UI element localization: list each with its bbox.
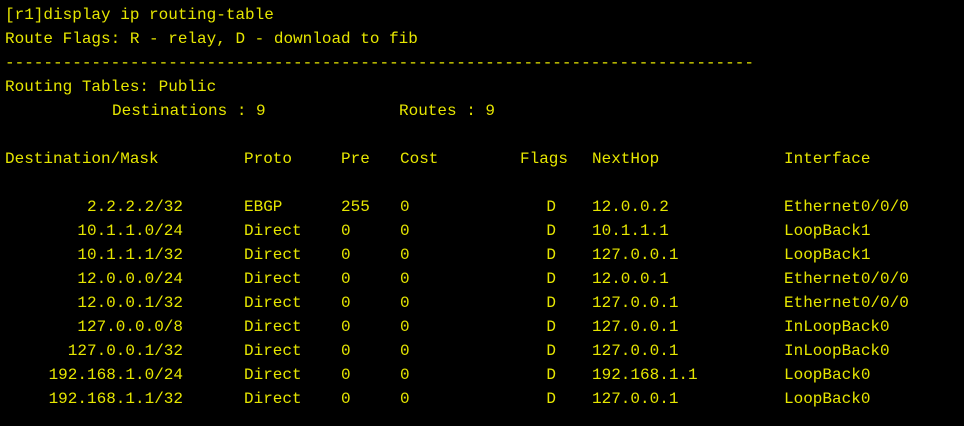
route-interface: Ethernet0/0/0 — [784, 294, 909, 312]
route-cost: 0 — [400, 294, 410, 312]
route-interface: LoopBack1 — [784, 222, 871, 240]
route-preference: 0 — [341, 246, 351, 264]
column-header-destination: Destination/Mask — [5, 150, 159, 168]
route-preference: 255 — [341, 198, 370, 216]
route-nexthop: 12.0.0.1 — [592, 270, 669, 288]
route-preference: 0 — [341, 342, 351, 360]
route-nexthop: 127.0.0.1 — [592, 342, 679, 360]
route-destination: 192.168.1.1/32 — [48, 390, 183, 408]
column-header-interface: Interface — [784, 150, 871, 168]
route-proto: Direct — [244, 390, 302, 408]
table-row: 12.0.0.0/24 Direct 0 0 D 12.0.0.1 Ethern… — [0, 267, 964, 291]
column-header-nexthop: NextHop — [592, 150, 660, 168]
route-preference: 0 — [341, 318, 351, 336]
route-preference: 0 — [341, 294, 351, 312]
column-header-proto: Proto — [244, 150, 293, 168]
route-interface: Ethernet0/0/0 — [784, 198, 909, 216]
command-line: [r1]display ip routing-table — [5, 6, 274, 24]
route-interface: LoopBack1 — [784, 246, 871, 264]
route-destination: 12.0.0.0/24 — [77, 270, 183, 288]
route-preference: 0 — [341, 270, 351, 288]
table-row: 2.2.2.2/32 EBGP 255 0 D 12.0.0.2 Etherne… — [0, 195, 964, 219]
column-header-pre: Pre — [341, 150, 370, 168]
routes-count: Routes : 9 — [399, 102, 496, 120]
destinations-count: Destinations : 9 — [112, 102, 266, 120]
routing-table-header: Destination/Mask Proto Pre Cost Flags Ne… — [0, 147, 964, 171]
route-nexthop: 127.0.0.1 — [592, 318, 679, 336]
route-preference: 0 — [341, 390, 351, 408]
route-cost: 0 — [400, 390, 410, 408]
route-proto: Direct — [244, 222, 302, 240]
separator-line: ----------------------------------------… — [5, 54, 754, 72]
column-header-cost: Cost — [400, 150, 439, 168]
route-flags: D — [546, 270, 556, 288]
route-cost: 0 — [400, 366, 410, 384]
route-flags: D — [546, 222, 556, 240]
route-interface: LoopBack0 — [784, 390, 871, 408]
route-cost: 0 — [400, 318, 410, 336]
table-row: 192.168.1.0/24 Direct 0 0 D 192.168.1.1 … — [0, 363, 964, 387]
route-proto: Direct — [244, 366, 302, 384]
route-interface: Ethernet0/0/0 — [784, 270, 909, 288]
route-destination: 127.0.0.1/32 — [67, 342, 183, 360]
route-nexthop: 10.1.1.1 — [592, 222, 669, 240]
route-preference: 0 — [341, 222, 351, 240]
route-cost: 0 — [400, 198, 410, 216]
route-flags-legend: Route Flags: R - relay, D - download to … — [5, 30, 418, 48]
route-flags: D — [546, 318, 556, 336]
table-row: 10.1.1.1/32 Direct 0 0 D 127.0.0.1 LoopB… — [0, 243, 964, 267]
route-nexthop: 127.0.0.1 — [592, 246, 679, 264]
route-flags: D — [546, 246, 556, 264]
routing-table-name: Routing Tables: Public — [5, 78, 217, 96]
route-destination: 10.1.1.1/32 — [77, 246, 183, 264]
route-proto: Direct — [244, 294, 302, 312]
route-nexthop: 127.0.0.1 — [592, 294, 679, 312]
column-header-flags: Flags — [520, 150, 569, 168]
table-row: 127.0.0.0/8 Direct 0 0 D 127.0.0.1 InLoo… — [0, 315, 964, 339]
route-nexthop: 12.0.0.2 — [592, 198, 669, 216]
route-destination: 12.0.0.1/32 — [77, 294, 183, 312]
route-cost: 0 — [400, 222, 410, 240]
route-proto: Direct — [244, 342, 302, 360]
route-preference: 0 — [341, 366, 351, 384]
route-interface: LoopBack0 — [784, 366, 871, 384]
route-interface: InLoopBack0 — [784, 342, 890, 360]
terminal-window[interactable]: [r1]display ip routing-table Route Flags… — [0, 0, 964, 426]
route-destination: 10.1.1.0/24 — [77, 222, 183, 240]
route-destination: 2.2.2.2/32 — [86, 198, 183, 216]
route-cost: 0 — [400, 270, 410, 288]
route-cost: 0 — [400, 246, 410, 264]
route-nexthop: 192.168.1.1 — [592, 366, 698, 384]
route-cost: 0 — [400, 342, 410, 360]
route-flags: D — [546, 198, 556, 216]
route-interface: InLoopBack0 — [784, 318, 890, 336]
table-row: 12.0.0.1/32 Direct 0 0 D 127.0.0.1 Ether… — [0, 291, 964, 315]
route-destination: 192.168.1.0/24 — [48, 366, 183, 384]
route-proto: Direct — [244, 318, 302, 336]
route-proto: Direct — [244, 246, 302, 264]
route-flags: D — [546, 294, 556, 312]
table-row: 127.0.0.1/32 Direct 0 0 D 127.0.0.1 InLo… — [0, 339, 964, 363]
table-row: 192.168.1.1/32 Direct 0 0 D 127.0.0.1 Lo… — [0, 387, 964, 411]
route-nexthop: 127.0.0.1 — [592, 390, 679, 408]
route-flags: D — [546, 366, 556, 384]
route-proto: EBGP — [244, 198, 283, 216]
route-destination: 127.0.0.0/8 — [77, 318, 183, 336]
table-row: 10.1.1.0/24 Direct 0 0 D 10.1.1.1 LoopBa… — [0, 219, 964, 243]
route-flags: D — [546, 390, 556, 408]
route-flags: D — [546, 342, 556, 360]
route-proto: Direct — [244, 270, 302, 288]
